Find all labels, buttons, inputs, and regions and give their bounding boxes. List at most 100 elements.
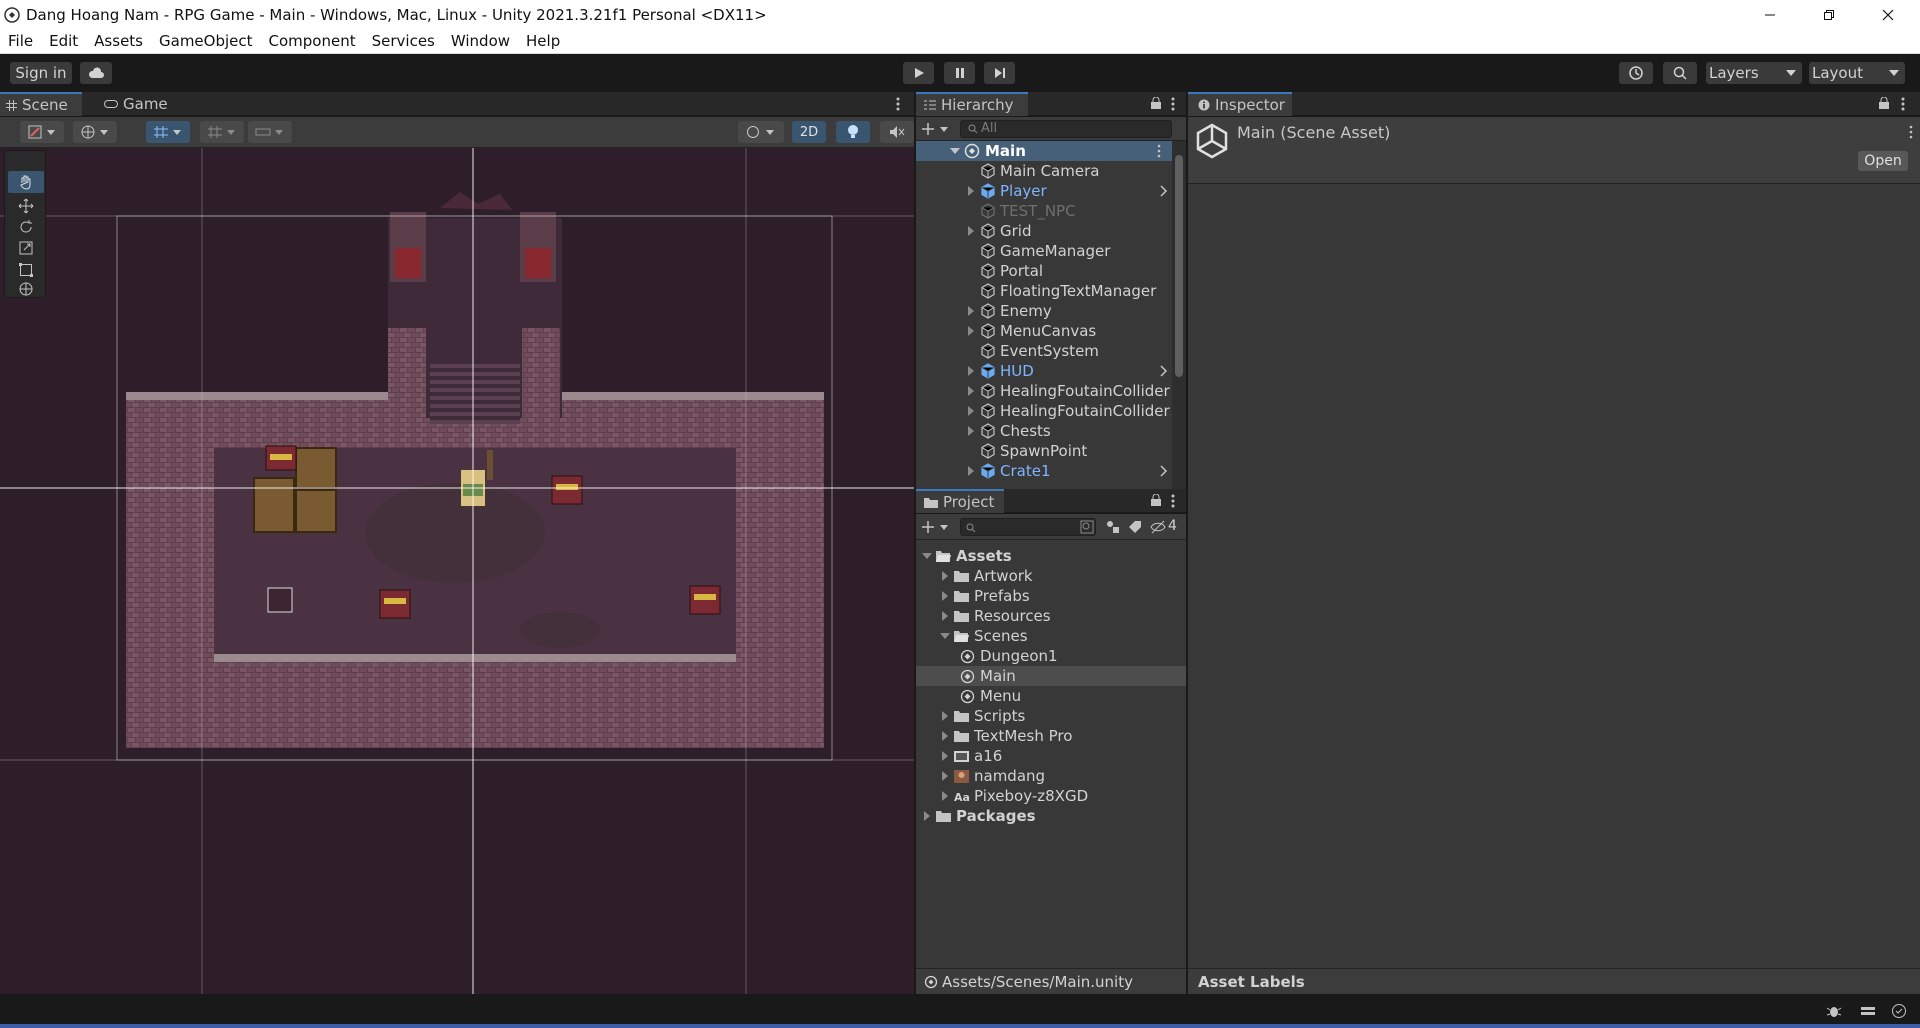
more-options-icon[interactable] [1900, 96, 1906, 112]
more-options-icon[interactable] [1156, 144, 1162, 158]
filter-label-icon[interactable] [1128, 520, 1142, 534]
expand-arrow-icon[interactable] [940, 571, 950, 581]
expand-arrow-icon[interactable] [940, 771, 950, 781]
pause-button[interactable] [944, 62, 975, 84]
tab-scene[interactable]: Scene [0, 92, 82, 116]
expand-arrow-icon[interactable] [940, 751, 950, 761]
progress-check-icon[interactable] [1891, 1003, 1907, 1019]
hierarchy-item[interactable]: Enemy [916, 301, 1172, 321]
expand-arrow-icon[interactable] [966, 366, 976, 376]
project-item[interactable]: TextMesh Pro [916, 726, 1186, 746]
expand-arrow-icon[interactable] [940, 731, 950, 741]
more-options-icon[interactable] [1908, 125, 1914, 139]
project-item[interactable]: Main [916, 666, 1186, 686]
step-button[interactable] [984, 62, 1015, 84]
hierarchy-item[interactable]: HealingFoutainCollider (1) [916, 401, 1186, 421]
more-options-icon[interactable] [1170, 493, 1176, 509]
project-item[interactable]: Artwork [916, 566, 1186, 586]
more-options-icon[interactable] [1170, 96, 1176, 112]
lock-icon[interactable] [1150, 494, 1162, 506]
chevron-right-icon[interactable] [1160, 465, 1168, 477]
hierarchy-item[interactable]: Grid [916, 221, 1172, 241]
rotate-tool-button[interactable] [8, 216, 44, 238]
expand-arrow-icon[interactable] [940, 711, 950, 721]
undo-history-button[interactable] [1619, 62, 1653, 84]
expand-arrow-icon[interactable] [966, 226, 976, 236]
play-button[interactable] [903, 62, 934, 84]
hierarchy-item[interactable]: Main Camera [916, 161, 1172, 181]
menu-assets[interactable]: Assets [94, 32, 143, 50]
menu-file[interactable]: File [8, 32, 33, 50]
add-icon[interactable] [922, 520, 950, 534]
project-item[interactable]: Scenes [916, 626, 1186, 646]
hidden-packages-icon[interactable] [1150, 520, 1166, 534]
expand-arrow-icon[interactable] [922, 551, 932, 561]
tab-game[interactable]: Game [104, 92, 184, 116]
chevron-right-icon[interactable] [1160, 365, 1168, 377]
menu-component[interactable]: Component [269, 32, 356, 50]
hierarchy-item[interactable]: MenuCanvas [916, 321, 1172, 341]
project-item[interactable]: Menu [916, 686, 1186, 706]
audio-toggle[interactable] [880, 121, 914, 143]
mode-2d-toggle[interactable]: 2D [792, 121, 826, 143]
maximize-button[interactable] [1806, 0, 1852, 29]
hierarchy-item[interactable]: GameManager [916, 241, 1172, 261]
search-options-icon[interactable] [1080, 520, 1094, 534]
scrollbar-thumb[interactable] [1175, 155, 1183, 377]
menu-window[interactable]: Window [451, 32, 510, 50]
expand-arrow-icon[interactable] [966, 326, 976, 336]
menu-edit[interactable]: Edit [49, 32, 78, 50]
filter-type-icon[interactable] [1106, 520, 1120, 534]
scene-view[interactable] [0, 148, 914, 994]
project-item[interactable]: Scripts [916, 706, 1186, 726]
grid-snap-toggle[interactable] [146, 121, 190, 143]
hierarchy-search-input[interactable]: All [960, 120, 1172, 138]
tab-project[interactable]: Project [916, 489, 1004, 513]
project-item[interactable]: Dungeon1 [916, 646, 1186, 666]
expand-arrow-icon[interactable] [966, 406, 976, 416]
lock-icon[interactable] [1150, 97, 1162, 109]
expand-arrow-icon[interactable] [940, 611, 950, 621]
hierarchy-item[interactable]: Crate1 [916, 461, 1172, 481]
cloud-button[interactable] [80, 62, 112, 84]
project-item[interactable]: Prefabs [916, 586, 1186, 606]
draw-mode-dropdown[interactable] [20, 121, 64, 143]
expand-arrow-icon[interactable] [966, 306, 976, 316]
sign-in-button[interactable]: Sign in [10, 62, 72, 84]
transform-tool-button[interactable] [8, 279, 44, 299]
hierarchy-root-row[interactable]: Main [916, 141, 1172, 161]
project-item[interactable]: Assets [916, 546, 1186, 566]
tab-inspector[interactable]: Inspector [1188, 92, 1292, 116]
render-mode-dropdown[interactable] [73, 121, 117, 143]
cache-server-icon[interactable] [1860, 1003, 1876, 1019]
effects-dropdown[interactable] [738, 121, 784, 143]
hierarchy-item[interactable]: HUD [916, 361, 1172, 381]
rect-tool-button[interactable] [8, 259, 44, 281]
hierarchy-item[interactable]: SpawnPoint [916, 441, 1172, 461]
close-button[interactable] [1865, 0, 1911, 29]
lock-icon[interactable] [1878, 97, 1890, 109]
increment-snap-dropdown[interactable] [200, 121, 244, 143]
more-options-icon[interactable] [895, 96, 901, 112]
project-item[interactable]: Aa Pixeboy-z8XGD [916, 786, 1186, 806]
project-item[interactable]: Packages [916, 806, 1186, 826]
project-item[interactable]: a16 [916, 746, 1186, 766]
tab-hierarchy[interactable]: Hierarchy [916, 92, 1028, 116]
align-dropdown[interactable] [248, 121, 292, 143]
project-search-input[interactable] [960, 518, 1096, 536]
expand-arrow-icon[interactable] [940, 591, 950, 601]
expand-arrow-icon[interactable] [966, 426, 976, 436]
expand-arrow-icon[interactable] [966, 386, 976, 396]
expand-arrow-icon[interactable] [966, 466, 976, 476]
hierarchy-item[interactable]: HealingFoutainCollider [916, 381, 1172, 401]
hierarchy-scrollbar[interactable] [1172, 141, 1186, 489]
hand-tool-button[interactable] [8, 171, 44, 193]
menu-help[interactable]: Help [526, 32, 560, 50]
project-item[interactable]: namdang [916, 766, 1186, 786]
bug-icon[interactable] [1826, 1003, 1842, 1019]
menu-services[interactable]: Services [372, 32, 435, 50]
hierarchy-item[interactable]: Portal [916, 261, 1172, 281]
lighting-toggle[interactable] [836, 121, 870, 143]
layout-dropdown[interactable]: Layout [1809, 62, 1905, 84]
scene-canvas[interactable] [0, 148, 914, 994]
